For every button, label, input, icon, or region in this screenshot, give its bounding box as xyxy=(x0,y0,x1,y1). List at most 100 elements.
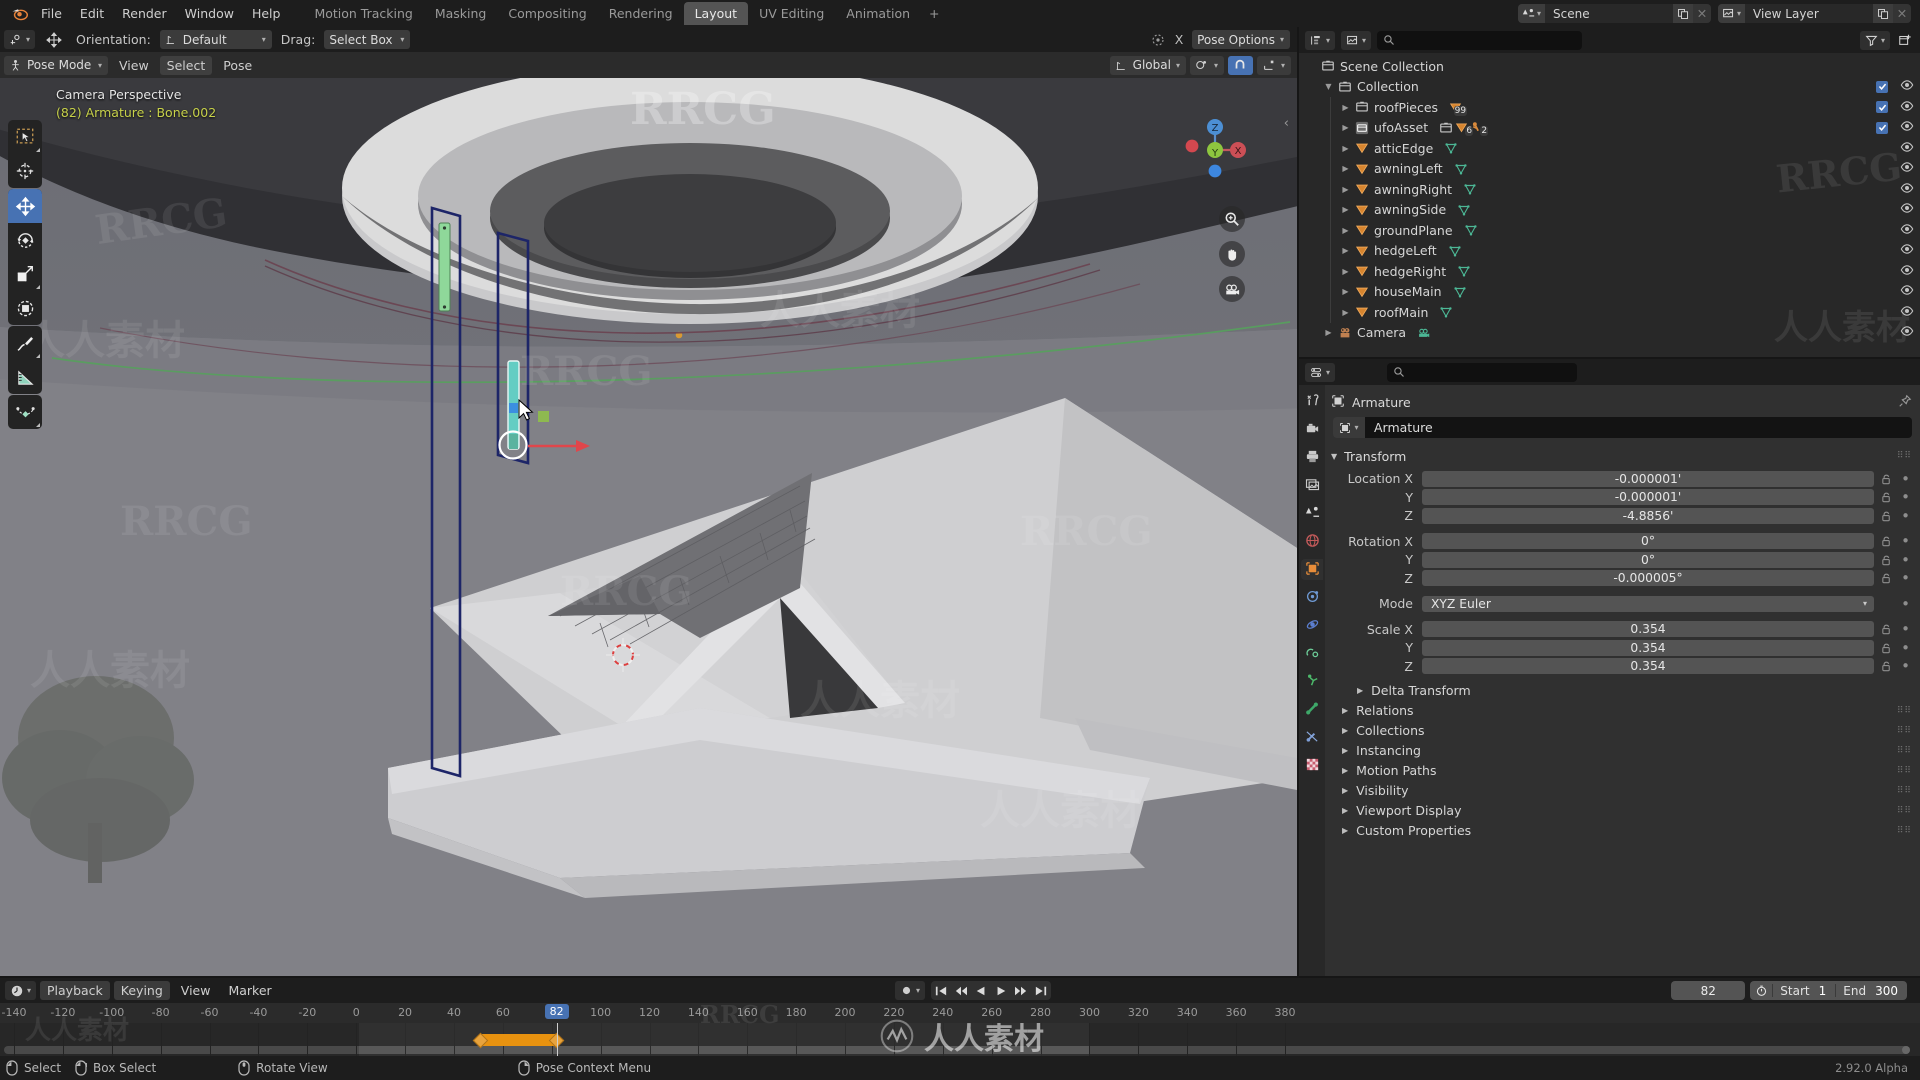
lock-icon[interactable] xyxy=(1879,510,1894,522)
playback-transport[interactable] xyxy=(931,981,1051,1000)
frame-range-controls[interactable]: Start 1 End 300 xyxy=(1750,981,1907,1000)
pan-view-button[interactable] xyxy=(1219,241,1245,267)
chevron-right-icon[interactable]: ▶ xyxy=(1339,267,1352,276)
mesh-tri-icon[interactable] xyxy=(1457,203,1471,217)
workspace-tab-masking[interactable]: Masking xyxy=(424,2,498,25)
subpanel-custom-properties[interactable]: ▶Custom Properties⠿⠿ xyxy=(1331,821,1912,841)
chevron-right-icon[interactable]: ▶ xyxy=(1339,103,1352,112)
outliner-data-badges[interactable] xyxy=(1457,203,1471,217)
eye-icon[interactable] xyxy=(1900,283,1914,300)
eye-icon[interactable] xyxy=(1900,140,1914,157)
jump-to-prev-keyframe-button[interactable] xyxy=(951,981,971,1000)
view-layer-icon[interactable]: ▾ xyxy=(1718,4,1745,23)
3d-viewport[interactable]: RRCG RRCG 人人素材 RRCG 人人素材 RRCG 人人素材 RRCG … xyxy=(0,78,1297,976)
camera-view-button[interactable] xyxy=(1219,276,1245,302)
outliner-row-ufoasset[interactable]: ▶ufoAsset62 xyxy=(1299,118,1920,139)
outliner-data-badges[interactable] xyxy=(1448,244,1462,258)
timeline-ruler[interactable]: -140-120-100-80-60-40-200204060801001201… xyxy=(0,1003,1920,1023)
zoom-view-button[interactable] xyxy=(1219,206,1245,232)
exclude-checkbox[interactable] xyxy=(1876,81,1888,93)
subpanel-motion-paths[interactable]: ▶Motion Paths⠿⠿ xyxy=(1331,761,1912,781)
armature-icon[interactable]: 2 xyxy=(1470,121,1483,134)
bone-constraint-tab[interactable] xyxy=(1301,727,1323,748)
duplicate-icon[interactable] xyxy=(1673,4,1693,23)
output-tab[interactable] xyxy=(1301,447,1323,468)
outliner-row-awningside[interactable]: ▶awningSide xyxy=(1299,200,1920,221)
close-icon[interactable]: ✕ xyxy=(1893,4,1911,23)
menu-render[interactable]: Render xyxy=(113,3,176,24)
play-button[interactable] xyxy=(991,981,1011,1000)
texture-tab[interactable] xyxy=(1301,755,1323,776)
lock-icon[interactable] xyxy=(1879,660,1894,672)
eye-icon[interactable] xyxy=(1900,304,1914,321)
properties-tab-strip[interactable] xyxy=(1299,385,1325,976)
outliner-row-hedgeright[interactable]: ▶hedgeRight xyxy=(1299,261,1920,282)
mode-dropdown[interactable]: Pose Mode ▾ xyxy=(4,56,108,75)
mesh-tri-icon[interactable] xyxy=(1444,141,1458,155)
object-tab[interactable] xyxy=(1301,559,1323,580)
view-layer-name[interactable]: View Layer xyxy=(1745,4,1873,23)
object-id-block[interactable]: ▾ Armature xyxy=(1333,417,1912,438)
measure-tool[interactable] xyxy=(8,360,42,394)
outliner-row-collection[interactable]: ▼Collection xyxy=(1299,77,1920,98)
modifiers-tab[interactable] xyxy=(1301,587,1323,608)
menu-edit[interactable]: Edit xyxy=(71,3,113,24)
drag-dropdown[interactable]: Select Box ▾ xyxy=(324,30,410,49)
mesh-tri-icon[interactable] xyxy=(1453,285,1467,299)
chevron-right-icon[interactable]: ▶ xyxy=(1339,185,1352,194)
scene-name[interactable]: Scene xyxy=(1545,4,1673,23)
chevron-right-icon[interactable]: ▶ xyxy=(1339,226,1352,235)
active-tool-icon[interactable]: ▾ xyxy=(4,30,35,49)
mesh-tri-icon[interactable] xyxy=(1464,223,1478,237)
view-layer-icon[interactable]: ▾ xyxy=(1341,31,1371,50)
play-reverse-button[interactable] xyxy=(971,981,991,1000)
field-dropdown[interactable]: XYZ Euler▾ xyxy=(1422,596,1874,612)
outliner-data-badges[interactable] xyxy=(1464,223,1478,237)
outliner-data-badges[interactable] xyxy=(1454,162,1468,176)
filter-funnel-icon[interactable]: ▾ xyxy=(1860,31,1890,50)
eye-icon[interactable] xyxy=(1900,78,1914,95)
jump-to-end-button[interactable] xyxy=(1031,981,1051,1000)
camera-data-icon[interactable] xyxy=(1417,326,1431,340)
menu-file[interactable]: File xyxy=(32,3,71,24)
scene-icon[interactable]: ▾ xyxy=(1518,4,1545,23)
render-tab[interactable] xyxy=(1301,419,1323,440)
field-value[interactable]: -0.000001' xyxy=(1422,471,1874,487)
eye-icon[interactable] xyxy=(1900,263,1914,280)
field-value[interactable]: 0.354 xyxy=(1422,658,1874,674)
move-tool[interactable] xyxy=(8,189,42,223)
eye-icon[interactable] xyxy=(1900,181,1914,198)
mesh-data-icon[interactable]: 6 xyxy=(1455,121,1468,134)
workspace-tab-compositing[interactable]: Compositing xyxy=(497,2,597,25)
pivot-point-icon[interactable]: ▾ xyxy=(1190,56,1224,75)
new-collection-icon[interactable] xyxy=(1896,33,1914,47)
proportional-edit-icon[interactable] xyxy=(1150,32,1166,48)
close-icon[interactable]: ✕ xyxy=(1693,4,1711,23)
timeline-menu-marker[interactable]: Marker xyxy=(221,981,278,1000)
timeline-menu-keying[interactable]: Keying xyxy=(114,981,170,1000)
collection-icon[interactable] xyxy=(1439,121,1453,135)
outliner-search-input[interactable] xyxy=(1377,31,1582,50)
pose-options-dropdown[interactable]: Pose Options ▾ xyxy=(1192,30,1290,49)
lock-icon[interactable] xyxy=(1879,623,1894,635)
end-value[interactable]: 300 xyxy=(1873,984,1907,998)
field-value[interactable]: 0° xyxy=(1422,552,1874,568)
outliner-data-badges[interactable]: 62 xyxy=(1439,121,1483,135)
bone-tab[interactable] xyxy=(1301,699,1323,720)
field-value[interactable]: 0° xyxy=(1422,533,1874,549)
object-data-tab[interactable] xyxy=(1301,671,1323,692)
breakdowner-tool[interactable] xyxy=(8,395,42,429)
lock-icon[interactable] xyxy=(1879,572,1894,584)
outliner-data-badges[interactable]: 99 xyxy=(1449,101,1462,114)
add-workspace-button[interactable]: + xyxy=(921,3,947,24)
outliner-row-roofmain[interactable]: ▶roofMain xyxy=(1299,302,1920,323)
move-tool-icon[interactable] xyxy=(41,30,67,49)
outliner-data-badges[interactable] xyxy=(1453,285,1467,299)
keyframe-range-bar[interactable] xyxy=(481,1034,557,1046)
field-value[interactable]: 0.354 xyxy=(1422,621,1874,637)
outliner-row-awningright[interactable]: ▶awningRight xyxy=(1299,179,1920,200)
mesh-tri-icon[interactable] xyxy=(1448,244,1462,258)
world-tab[interactable] xyxy=(1301,531,1323,552)
exclude-checkbox[interactable] xyxy=(1876,101,1888,113)
subpanel-delta-transform[interactable]: ▶Delta Transform xyxy=(1331,681,1912,701)
